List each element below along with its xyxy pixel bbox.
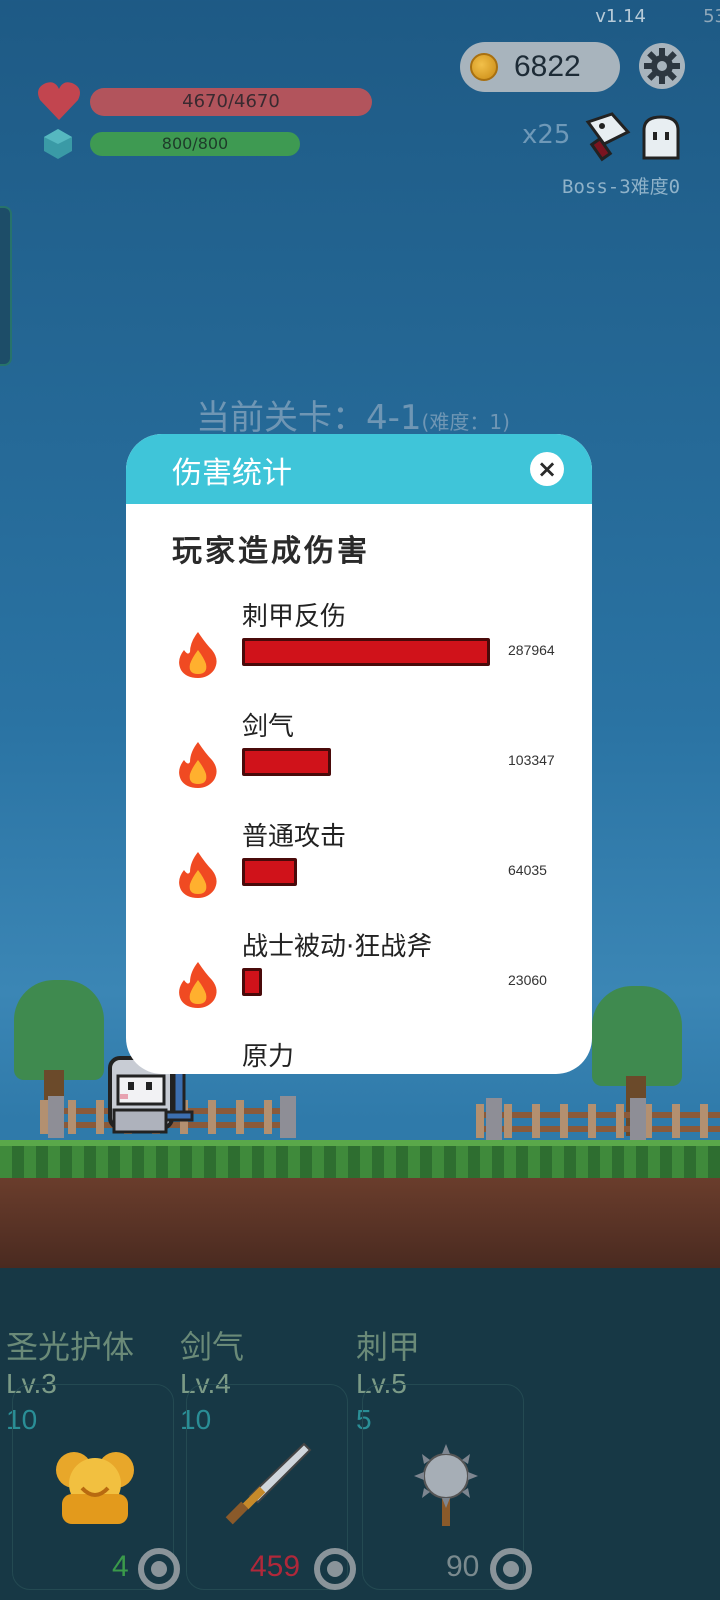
damage-source-name: 刺甲反伤 [242,602,347,632]
damage-source-name: 原力 [242,1042,295,1072]
damage-row: 原力 [126,1036,592,1074]
damage-row: 普通攻击 64035 [126,816,592,926]
damage-source-name: 战士被动·狂战斧 [242,932,433,962]
damage-bar [242,748,331,776]
flame-icon [179,632,217,678]
section-title: 玩家造成伤害 [172,534,370,569]
damage-bar [242,968,262,996]
damage-row: 刺甲反伤 287964 [126,596,592,706]
flame-icon [179,742,217,788]
damage-row: 战士被动·狂战斧 23060 [126,926,592,1036]
flame-icon [179,852,217,898]
damage-bar [242,858,297,886]
damage-bar [242,638,490,666]
close-button[interactable]: × [530,452,564,486]
damage-row: 剑气 103347 [126,706,592,816]
modal-title: 伤害统计 [172,456,292,491]
damage-value: 103347 [508,752,555,768]
flame-icon [179,962,217,1008]
damage-value: 64035 [508,862,547,878]
damage-source-name: 剑气 [242,712,295,742]
damage-source-name: 普通攻击 [242,822,347,852]
damage-value: 23060 [508,972,547,988]
modal-header: 伤害统计 × [126,434,592,504]
damage-stats-modal: 伤害统计 × 玩家造成伤害 刺甲反伤 287964 剑气 103347 普通攻击… [126,434,592,1074]
damage-value: 287964 [508,642,555,658]
